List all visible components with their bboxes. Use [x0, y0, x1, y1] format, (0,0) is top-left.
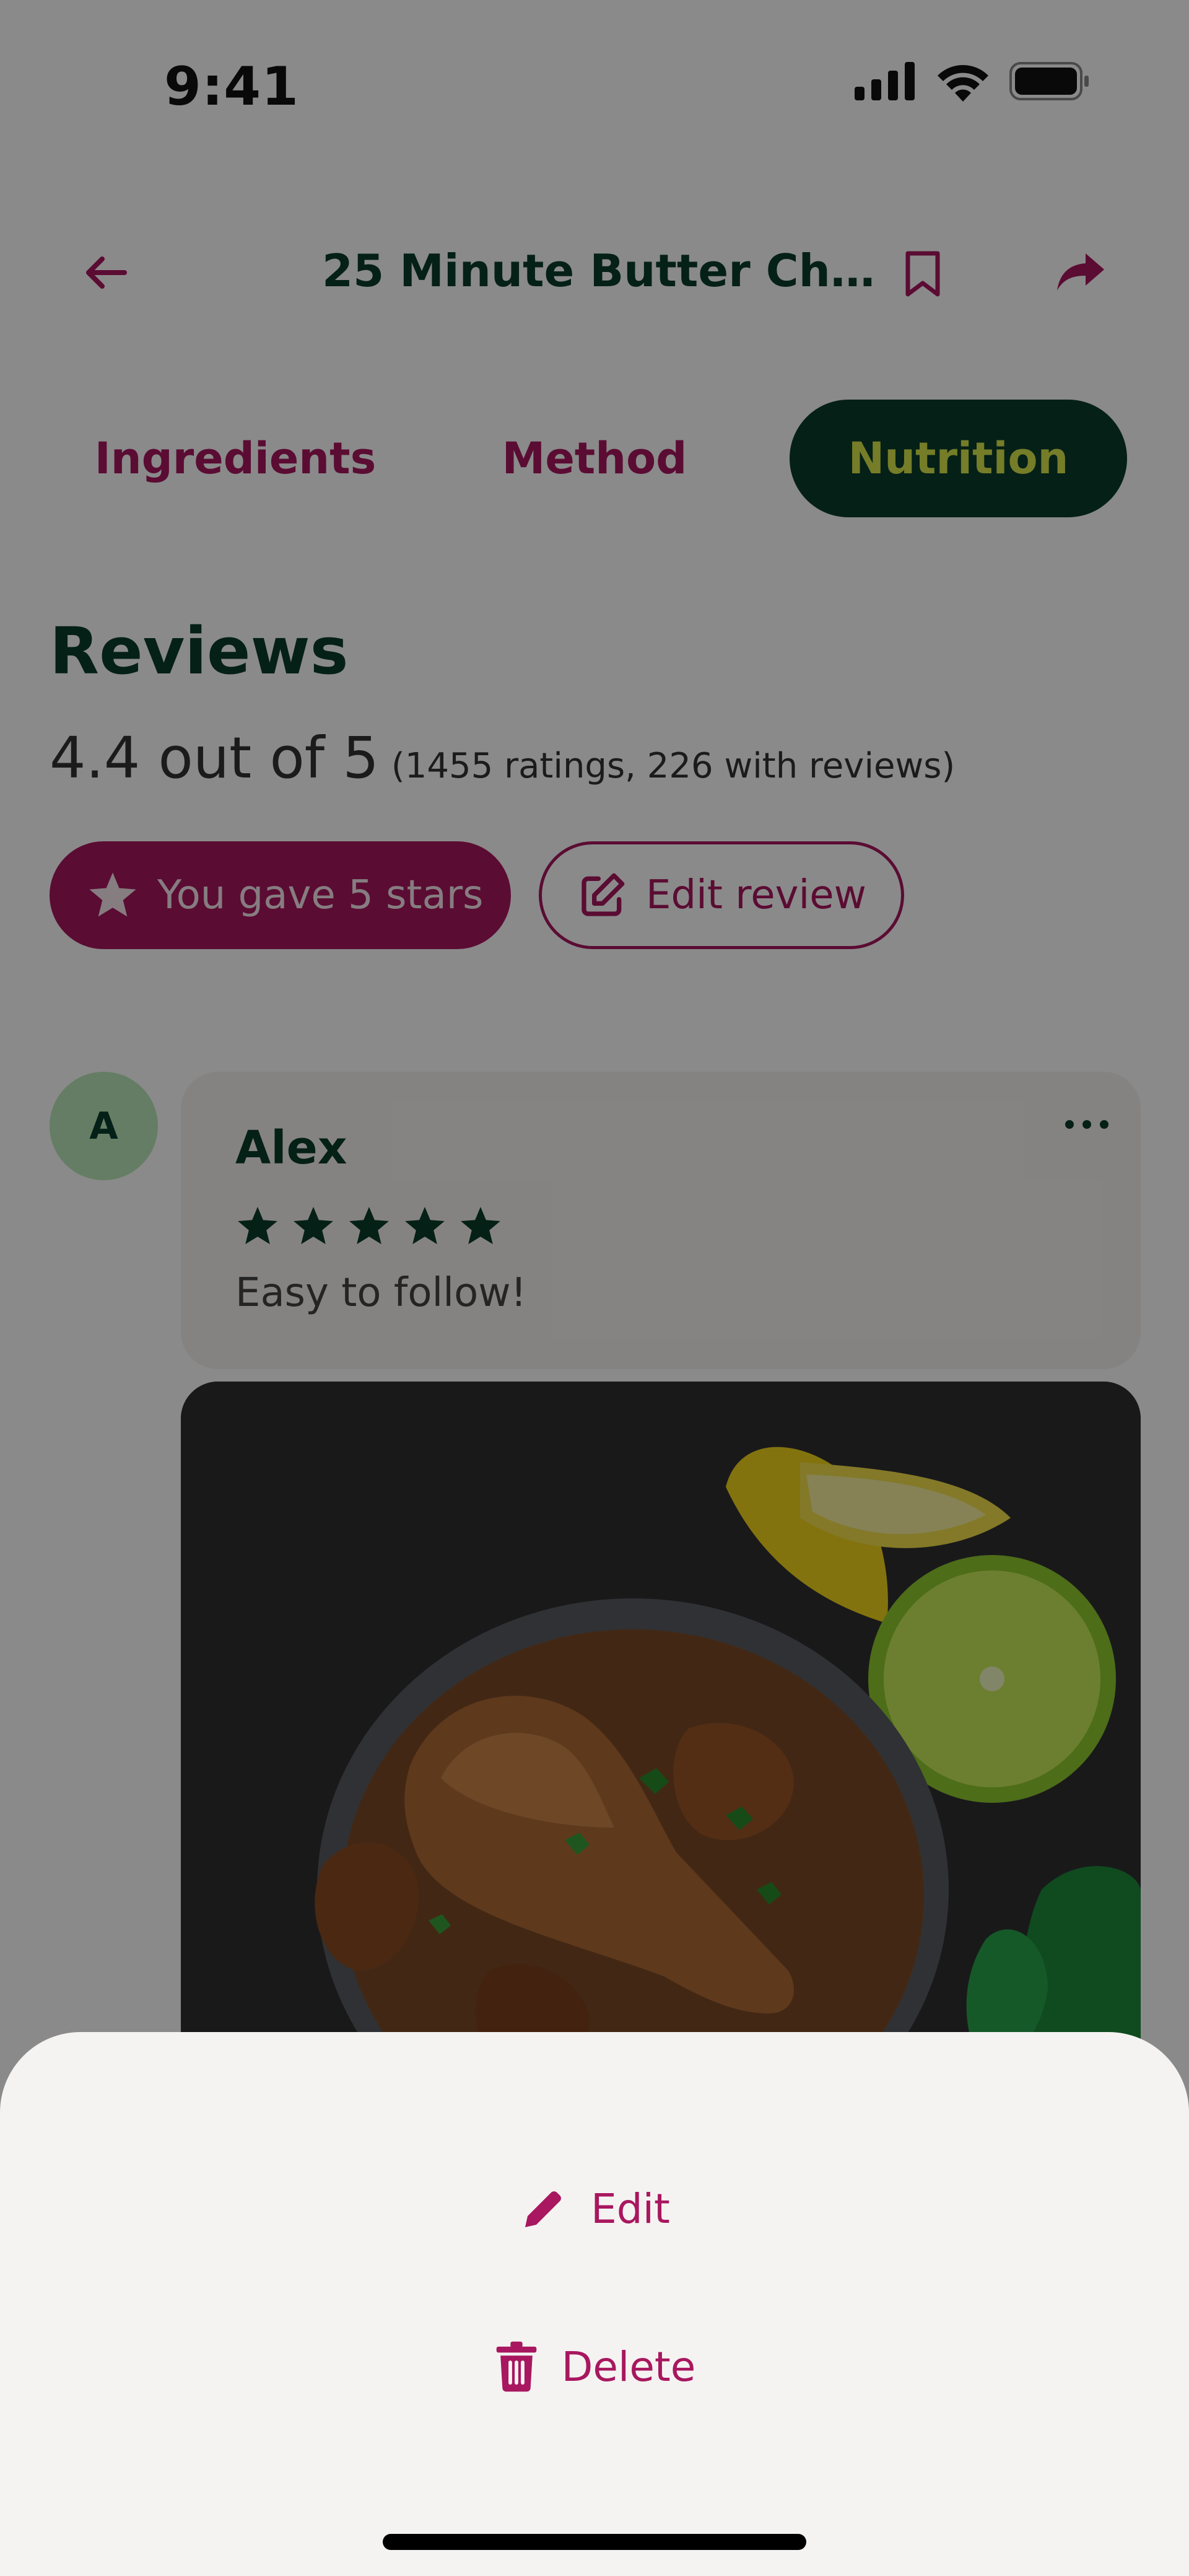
delete-action-button[interactable]: Delete [0, 2333, 1189, 2401]
trash-icon [494, 2341, 539, 2393]
edit-action-label: Edit [591, 2184, 670, 2233]
pencil-icon [519, 2184, 568, 2233]
edit-action-button[interactable]: Edit [0, 2175, 1189, 2243]
home-indicator[interactable] [383, 2534, 806, 2550]
actions-bottom-sheet [0, 2032, 1189, 2576]
recipe-screen: 9:41 25 Minute Butter Ch... Ingredients … [0, 0, 1189, 2576]
delete-action-label: Delete [561, 2342, 696, 2391]
